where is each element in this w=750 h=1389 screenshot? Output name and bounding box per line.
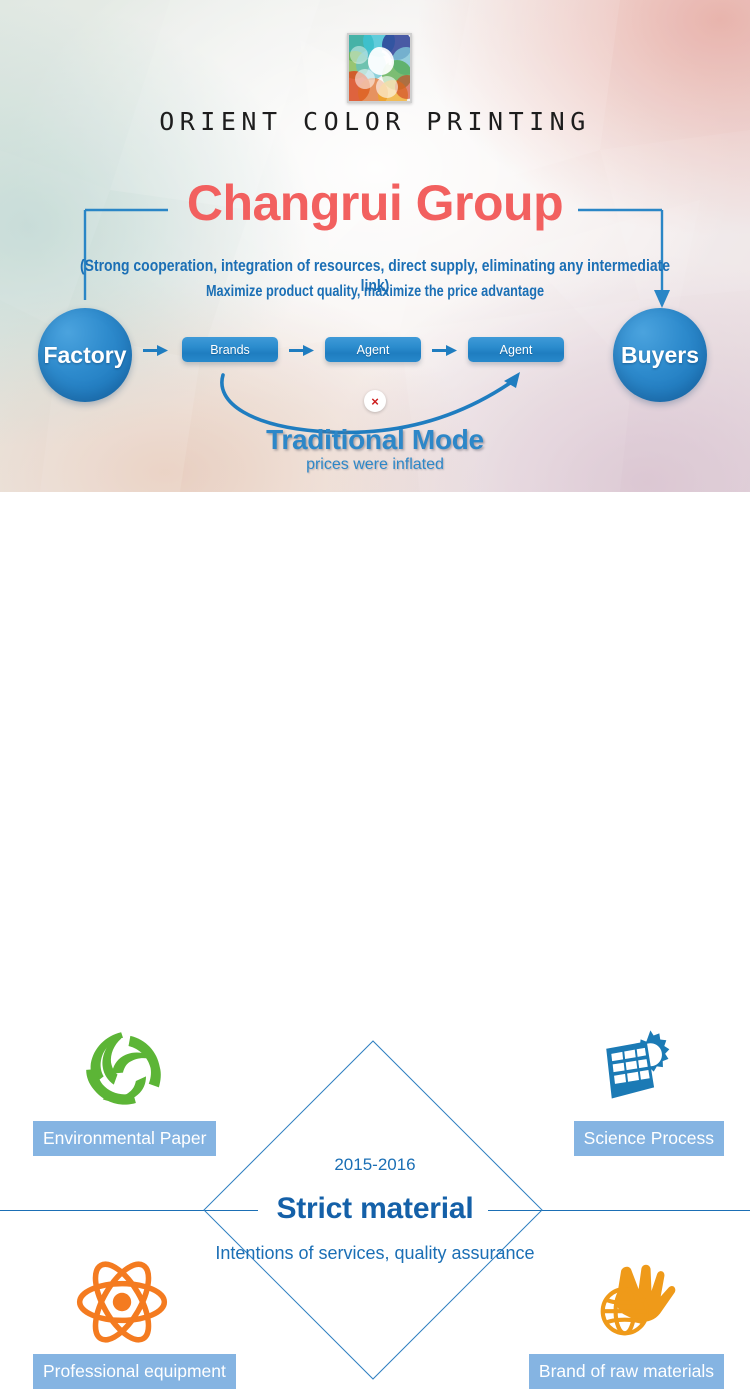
connector-lines: [83, 208, 670, 435]
cross-mark-icon: ×: [364, 390, 386, 412]
feature-science-process: Science Process: [492, 1017, 742, 1156]
center-title: Strict material: [276, 1192, 474, 1225]
traditional-mode-subtitle: prices were inflated: [306, 456, 444, 473]
traditional-mode-title: Traditional Mode: [266, 424, 484, 455]
recycle-leaves-icon: [0, 1017, 258, 1121]
features-section: 2015-2016 Strict material Intentions of …: [0, 492, 750, 1389]
hero-subtitle-line2: Maximize product quality, maximize the p…: [205, 283, 545, 300]
atom-icon: [0, 1250, 258, 1354]
year-range-label: 2015-2016: [334, 1155, 416, 1174]
feature-label-science-process: Science Process: [573, 1121, 724, 1156]
group-title: Changrui Group: [186, 175, 564, 231]
feature-label-professional-equipment: Professional equipment: [33, 1354, 236, 1389]
flow-step-agent-2: Agent: [468, 337, 564, 362]
hand-globe-icon: [526, 1250, 742, 1354]
feature-brand-raw-materials: Brand of raw materials: [492, 1250, 742, 1389]
feature-label-environmental-paper: Environmental Paper: [33, 1121, 217, 1156]
buyers-node: Buyers: [613, 308, 707, 402]
flow-step-brands: Brands: [182, 337, 278, 362]
factory-node: Factory: [38, 308, 132, 402]
flow-step-agent-1: Agent: [325, 337, 421, 362]
hero-section: ORIENT COLOR PRINTING Changrui Group (St…: [0, 0, 750, 492]
feature-professional-equipment: Professional equipment: [8, 1250, 258, 1389]
feature-environmental-paper: Environmental Paper: [8, 1017, 258, 1156]
solar-panel-gear-icon: [522, 1017, 742, 1121]
feature-label-brand-raw-materials: Brand of raw materials: [528, 1354, 724, 1389]
